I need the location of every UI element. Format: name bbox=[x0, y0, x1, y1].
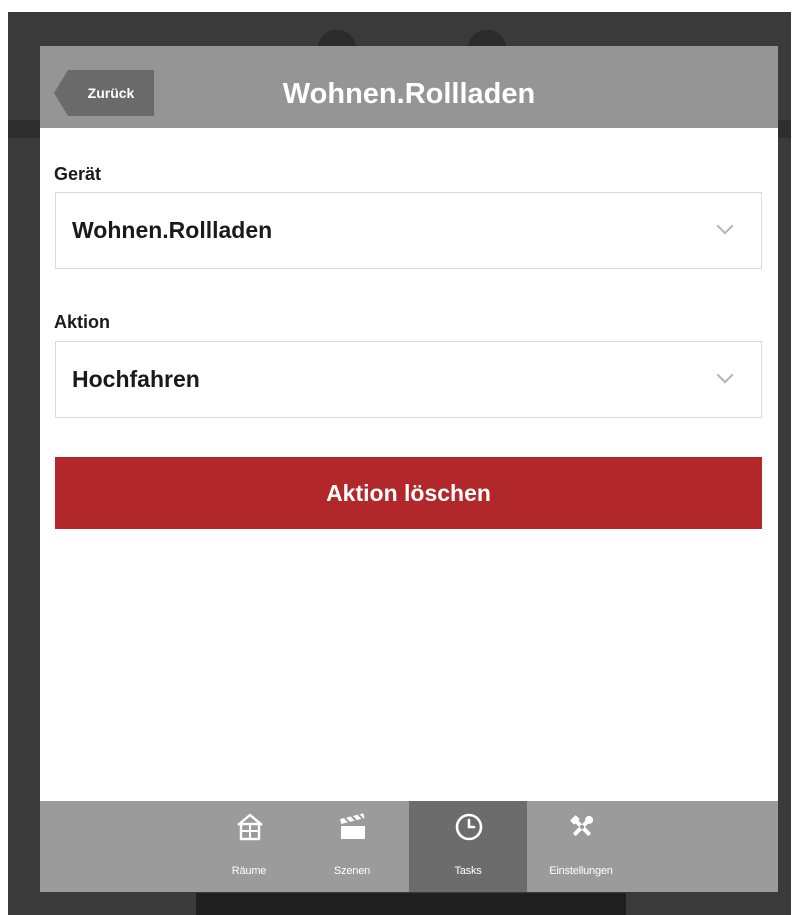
back-button[interactable]: Zurück bbox=[54, 70, 154, 116]
action-select[interactable]: Hochfahren bbox=[55, 341, 762, 418]
tab-label: Tasks bbox=[454, 865, 482, 877]
bottom-tab-bar: Räume Szenen Tasks Einstellungen bbox=[40, 801, 778, 892]
tab-einstellungen[interactable]: Einstellungen bbox=[522, 801, 640, 892]
device-label: Gerät bbox=[54, 164, 102, 184]
tab-label: Szenen bbox=[333, 865, 371, 877]
chevron-down-icon bbox=[716, 366, 734, 384]
tab-tasks[interactable]: Tasks bbox=[409, 801, 527, 892]
tab-szenen[interactable]: Szenen bbox=[293, 801, 411, 892]
dialog-header: Wohnen.Rollladen Zurück bbox=[40, 46, 778, 128]
back-button-label: Zurück bbox=[68, 70, 154, 116]
device-select-value: Wohnen.Rollladen bbox=[72, 217, 273, 243]
background-footer bbox=[196, 893, 626, 915]
delete-action-button[interactable]: Aktion löschen bbox=[55, 457, 762, 529]
house-icon bbox=[237, 813, 263, 841]
tab-label: Räume bbox=[231, 865, 267, 877]
tab-raeume[interactable]: Räume bbox=[190, 801, 308, 892]
action-label: Aktion bbox=[54, 312, 110, 332]
tools-icon bbox=[570, 815, 594, 836]
device-select[interactable]: Wohnen.Rollladen bbox=[55, 192, 762, 269]
action-select-value: Hochfahren bbox=[72, 366, 200, 392]
back-arrow-icon bbox=[54, 70, 68, 116]
task-action-dialog: Wohnen.Rollladen Zurück Gerät Wohnen.Rol… bbox=[40, 46, 778, 892]
chevron-down-icon bbox=[716, 217, 734, 235]
clock-icon bbox=[455, 813, 483, 841]
tab-label: Einstellungen bbox=[549, 865, 613, 877]
clapperboard-icon bbox=[340, 813, 365, 839]
